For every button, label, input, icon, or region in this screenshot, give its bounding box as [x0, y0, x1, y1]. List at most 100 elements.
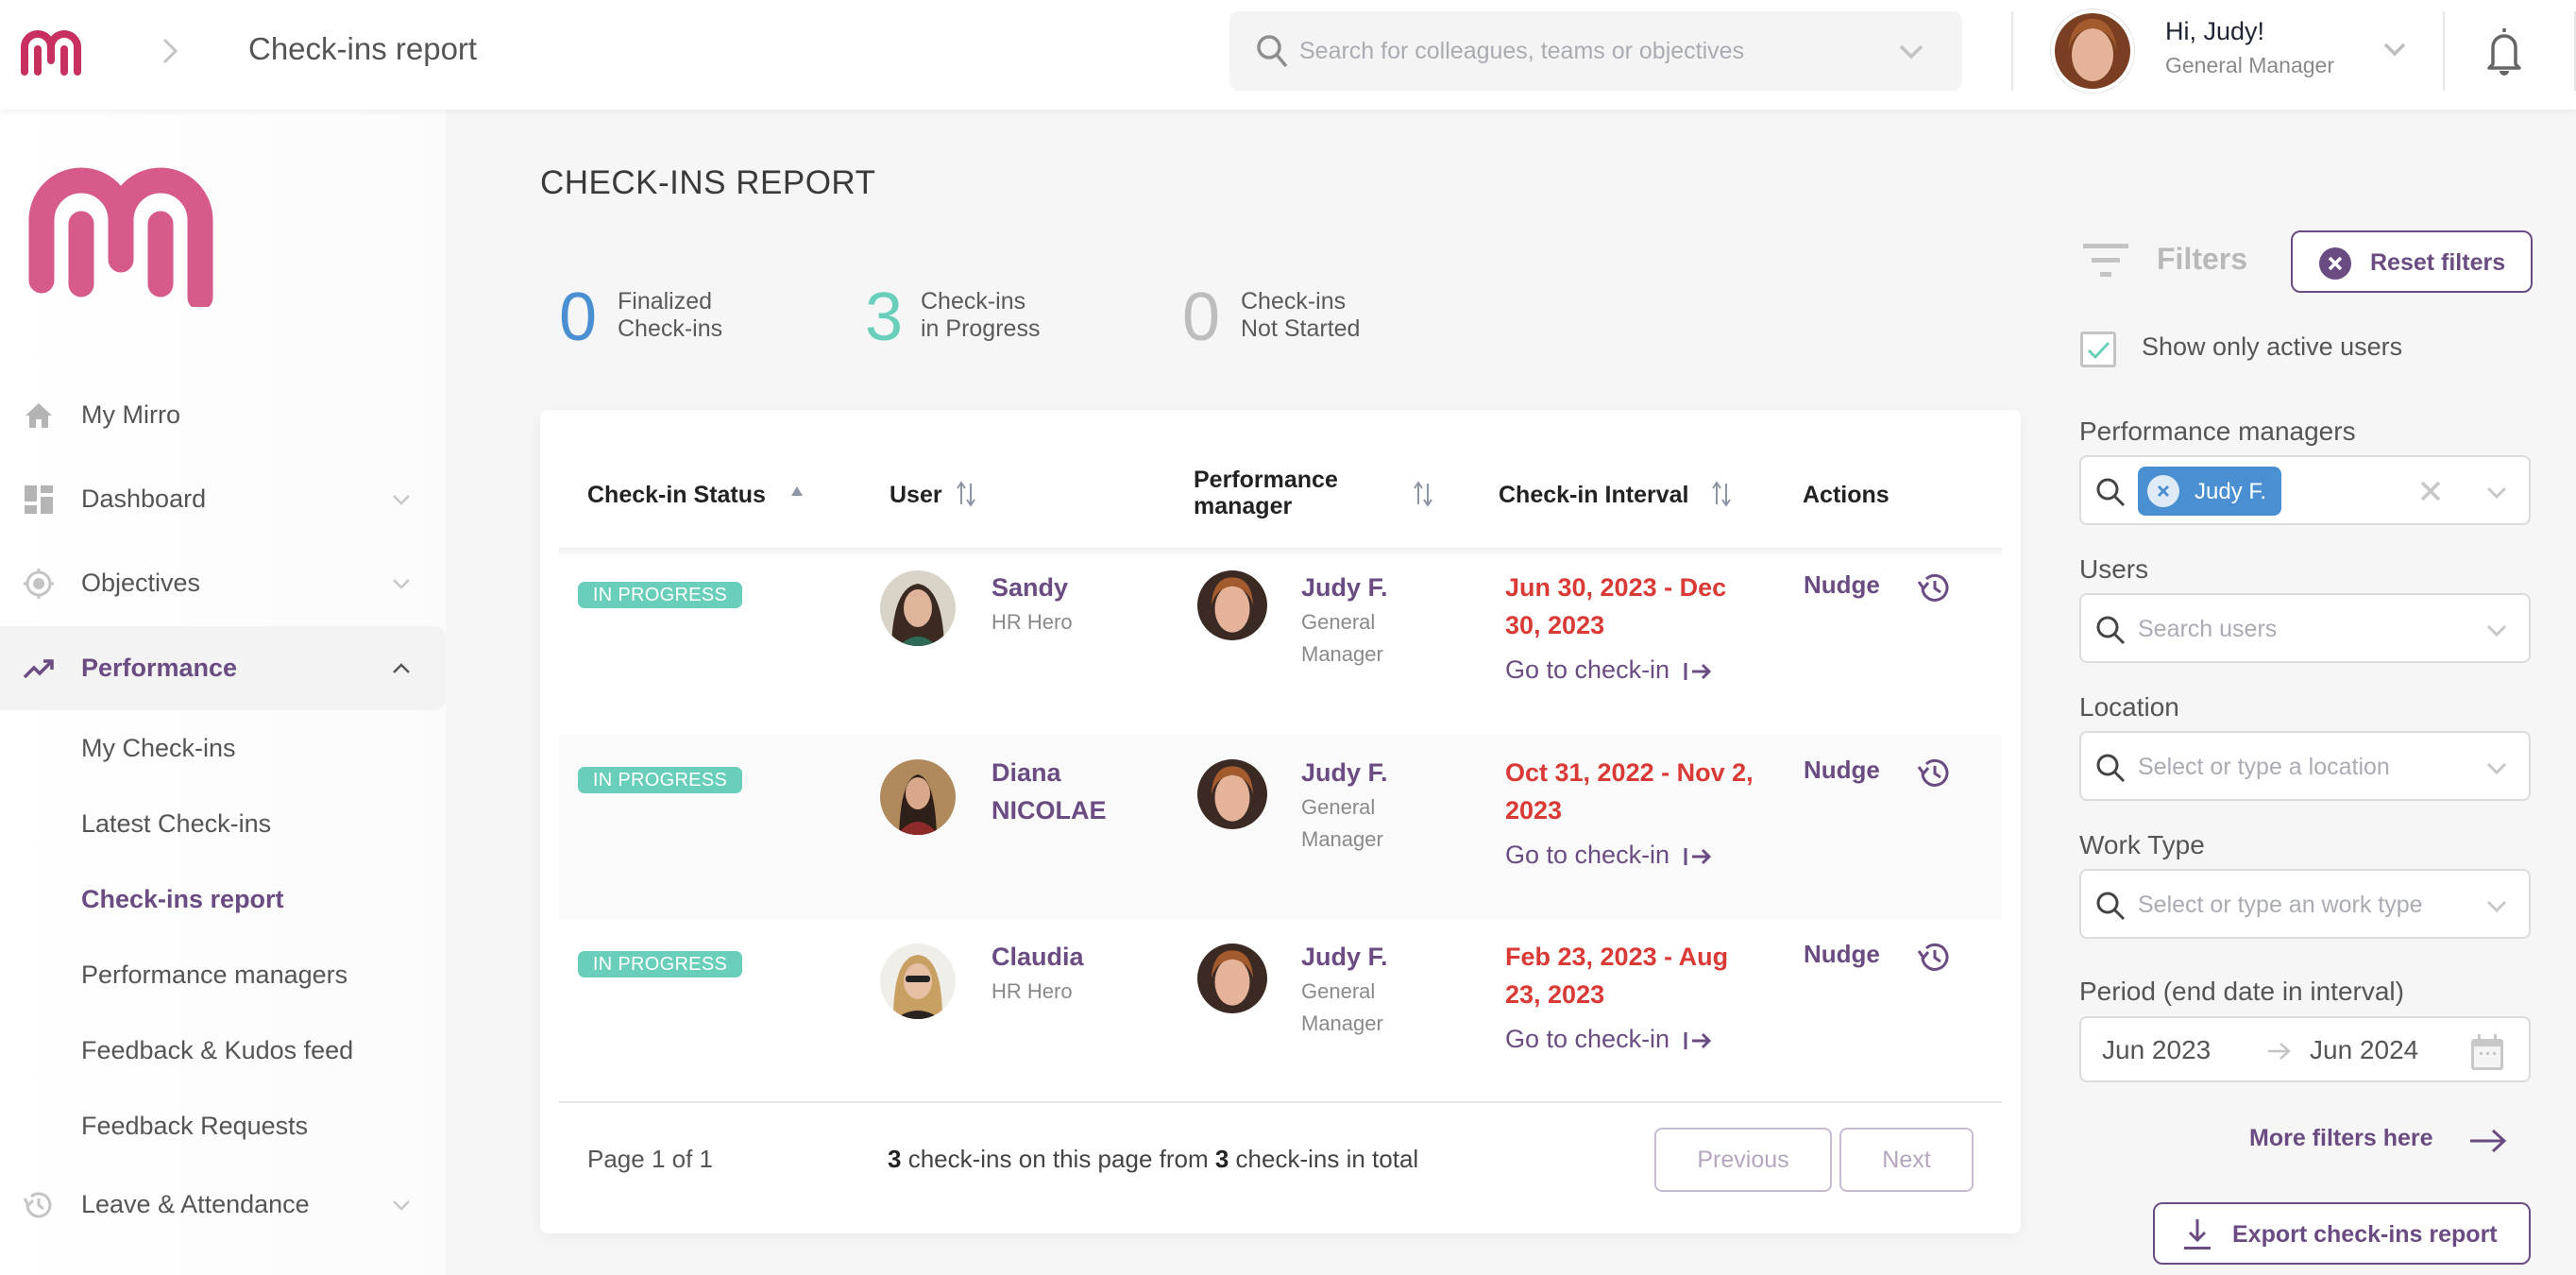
home-icon	[25, 403, 52, 428]
user-avatar[interactable]	[880, 570, 956, 646]
manager-name-link[interactable]: Judy F.	[1301, 938, 1388, 976]
work-type-select[interactable]	[2079, 869, 2531, 939]
next-page-button[interactable]: Next	[1839, 1128, 1974, 1192]
sort-icon[interactable]	[1413, 480, 1433, 508]
performance-managers-label: Performance managers	[2079, 416, 2356, 446]
sidebar-subitem-checkins-report[interactable]: Check-ins report	[81, 885, 284, 914]
checkin-interval: Feb 23, 2023 - Aug 23, 2023	[1505, 943, 1729, 1009]
active-users-label[interactable]: Show only active users	[2142, 332, 2402, 362]
performance-managers-select[interactable]: Judy F.	[2079, 455, 2531, 525]
remove-chip-icon[interactable]	[2147, 475, 2179, 507]
global-search-input[interactable]	[1299, 30, 1866, 72]
search-icon	[1257, 35, 1288, 68]
mirro-brand-logo-icon[interactable]	[21, 156, 244, 307]
previous-page-button[interactable]: Previous	[1654, 1128, 1832, 1192]
chip-label: Judy F.	[2195, 479, 2267, 504]
manager-avatar[interactable]	[1197, 759, 1267, 829]
chevron-down-icon[interactable]	[2485, 623, 2508, 638]
user-menu-chevron-icon[interactable]	[2382, 42, 2407, 59]
manager-avatar[interactable]	[1197, 570, 1267, 640]
nudge-button[interactable]: Nudge	[1804, 756, 1880, 785]
export-report-button[interactable]: Export check-ins report	[2153, 1202, 2531, 1265]
table-footer-divider	[559, 1101, 2002, 1103]
sidebar-item-label: Dashboard	[81, 484, 207, 513]
clear-selection-icon[interactable]	[2419, 480, 2442, 502]
column-header-interval[interactable]: Check-in Interval	[1499, 482, 1688, 508]
user-greeting[interactable]: Hi, Judy!	[2165, 17, 2264, 46]
work-type-search-input[interactable]	[2138, 886, 2478, 924]
history-icon	[23, 1192, 52, 1218]
sidebar-item-leave-attendance[interactable]: Leave & Attendance	[0, 1163, 446, 1247]
chevron-down-icon	[393, 1200, 410, 1211]
period-from[interactable]: Jun 2023	[2102, 1035, 2211, 1065]
chevron-down-icon[interactable]	[2485, 485, 2508, 501]
search-icon	[2096, 892, 2126, 921]
notifications-bell-icon[interactable]	[2483, 25, 2525, 77]
dashboard-icon	[25, 485, 53, 514]
column-header-user[interactable]: User	[890, 482, 942, 508]
period-to[interactable]: Jun 2024	[2310, 1035, 2418, 1065]
search-icon	[2096, 616, 2126, 645]
manager-role: General Manager	[1301, 610, 1383, 666]
user-name-link[interactable]: Sandy	[991, 569, 1068, 606]
checkmark-icon	[2087, 341, 2110, 360]
user-avatar[interactable]	[2051, 9, 2134, 93]
sidebar-subitem-feedback-requests[interactable]: Feedback Requests	[81, 1112, 308, 1141]
column-header-status[interactable]: Check-in Status	[587, 482, 766, 508]
nudge-button[interactable]: Nudge	[1804, 570, 1880, 600]
top-header: Check-ins report Hi, Judy! General Manag…	[0, 0, 2576, 110]
active-users-checkbox[interactable]	[2080, 332, 2116, 367]
go-to-checkin-link[interactable]: Go to check-in	[1505, 1025, 1713, 1054]
manager-avatar[interactable]	[1197, 944, 1267, 1013]
manager-name-link[interactable]: Judy F.	[1301, 754, 1388, 791]
sidebar-item-dashboard[interactable]: Dashboard	[0, 457, 446, 541]
trending-up-icon	[23, 659, 54, 679]
history-icon[interactable]	[1917, 756, 1953, 791]
sidebar-item-my-mirro[interactable]: My Mirro	[0, 373, 446, 457]
arrow-right-icon[interactable]	[2468, 1128, 2508, 1154]
go-to-checkin-link[interactable]: Go to check-in	[1505, 655, 1713, 685]
chevron-down-icon[interactable]	[2485, 899, 2508, 914]
status-badge: IN PROGRESS	[578, 951, 742, 978]
column-header-performance-manager[interactable]: Performance manager	[1194, 467, 1338, 519]
location-search-input[interactable]	[2138, 748, 2459, 786]
user-name-link[interactable]: Diana NICOLAE	[991, 754, 1107, 829]
filters-title: Filters	[2157, 242, 2248, 276]
selected-manager-chip[interactable]: Judy F.	[2138, 467, 2281, 516]
chevron-down-icon[interactable]	[1898, 43, 1924, 60]
sort-ascending-icon[interactable]	[789, 484, 805, 498]
go-to-checkin-link[interactable]: Go to check-in	[1505, 841, 1713, 870]
sidebar-item-label: Objectives	[81, 569, 201, 597]
breadcrumb-title: Check-ins report	[248, 31, 478, 66]
calendar-icon[interactable]	[2470, 1033, 2504, 1071]
manager-name-link[interactable]: Judy F.	[1301, 569, 1388, 606]
history-icon[interactable]	[1917, 570, 1953, 606]
sidebar-subitem-feedback-kudos-feed[interactable]: Feedback & Kudos feed	[81, 1036, 353, 1065]
user-avatar[interactable]	[880, 759, 956, 835]
user-name-link[interactable]: Claudia	[991, 938, 1084, 976]
header-divider	[2443, 11, 2445, 91]
sidebar-subitem-my-checkins[interactable]: My Check-ins	[81, 734, 236, 763]
sidebar-item-performance[interactable]: Performance	[0, 626, 446, 710]
user-avatar[interactable]	[880, 944, 956, 1019]
more-filters-link[interactable]: More filters here	[2249, 1125, 2433, 1152]
users-search-input[interactable]	[2138, 610, 2459, 648]
sidebar-subitem-latest-checkins[interactable]: Latest Check-ins	[81, 809, 271, 839]
chevron-down-icon[interactable]	[2485, 761, 2508, 776]
users-select[interactable]	[2079, 593, 2531, 663]
period-label: Period (end date in interval)	[2079, 977, 2404, 1006]
period-range-picker[interactable]: Jun 2023 Jun 2024	[2079, 1016, 2531, 1082]
user-role: HR Hero	[991, 610, 1073, 634]
sort-icon[interactable]	[956, 480, 976, 508]
nudge-button[interactable]: Nudge	[1804, 940, 1880, 969]
global-search[interactable]	[1229, 11, 1962, 91]
history-icon[interactable]	[1917, 940, 1953, 976]
close-circle-icon	[2319, 247, 2351, 280]
sort-icon[interactable]	[1711, 480, 1732, 508]
reset-filters-button[interactable]: Reset filters	[2291, 230, 2533, 293]
mirro-logo-icon[interactable]	[19, 26, 91, 76]
sidebar-item-objectives[interactable]: Objectives	[0, 541, 446, 625]
header-divider	[2011, 11, 2013, 91]
sidebar-subitem-performance-managers[interactable]: Performance managers	[81, 960, 347, 990]
location-select[interactable]	[2079, 731, 2531, 801]
